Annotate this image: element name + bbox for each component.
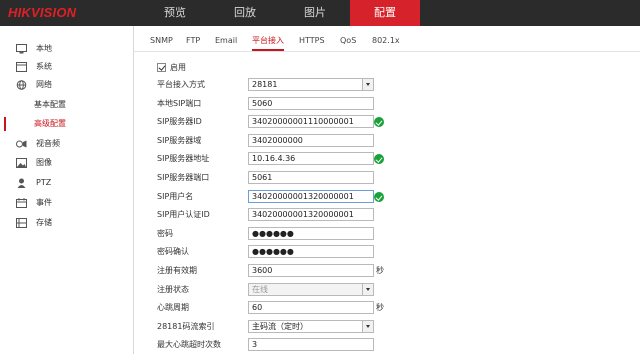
form-label: SIP服务器ID	[157, 117, 202, 126]
sidebar-sub-basic[interactable]: 基本配置	[0, 96, 133, 114]
form-input[interactable]: 3402000000	[248, 134, 374, 147]
form-input[interactable]: 3600	[248, 264, 374, 277]
form-input[interactable]: 10.16.4.36	[248, 152, 374, 165]
nav-configuration[interactable]: 配置	[350, 0, 420, 26]
chevron-down-icon[interactable]	[362, 284, 373, 295]
globe-icon	[16, 80, 27, 90]
tab-divider	[134, 51, 640, 52]
audio-video-icon	[16, 140, 27, 148]
form-label: SIP用户名	[157, 192, 194, 201]
field-value: 主码流（定时）	[252, 322, 308, 331]
calendar-icon	[16, 198, 27, 208]
sidebar-sub-advanced[interactable]: 高级配置	[0, 115, 133, 133]
field-value: 10.16.4.36	[252, 154, 296, 163]
sidebar-item-network[interactable]: 网络	[0, 76, 133, 94]
form-select[interactable]: 主码流（定时）	[248, 320, 374, 333]
form-label: 平台接入方式	[157, 80, 205, 89]
form-input[interactable]: 34020000001320000001	[248, 208, 374, 221]
form-input[interactable]: ●●●●●●	[248, 245, 374, 258]
form-input[interactable]: 34020000001320000001	[248, 190, 374, 203]
form-label: 密码	[157, 229, 173, 238]
sidebar: 本地 系统 网络 基本配置 高级配置 视音频 图像 PTZ 事件 存储	[0, 26, 134, 354]
form-select[interactable]: 28181	[248, 78, 374, 91]
form-label: SIP服务器端口	[157, 173, 210, 182]
sidebar-item-audio-video[interactable]: 视音频	[0, 135, 133, 153]
check-ok-icon	[374, 192, 384, 202]
sidebar-item-label: 本地	[36, 44, 52, 53]
form-label: SIP服务器域	[157, 136, 202, 145]
hikvision-logo: HIKVISION	[8, 5, 77, 20]
form-input[interactable]: 5061	[248, 171, 374, 184]
sidebar-item-event[interactable]: 事件	[0, 194, 133, 212]
field-value: 34020000001320000001	[252, 192, 354, 201]
sidebar-item-storage[interactable]: 存储	[0, 214, 133, 232]
tab-https[interactable]: HTTPS	[299, 33, 325, 51]
form-label: 密码确认	[157, 247, 189, 256]
top-bar: HIKVISION 预览 回放 图片 配置	[0, 0, 640, 26]
sidebar-item-ptz[interactable]: PTZ	[0, 174, 133, 192]
form-label: 28181码流索引	[157, 322, 215, 331]
field-value: 3402000000	[252, 136, 303, 145]
field-value: ●●●●●●	[252, 247, 294, 256]
enable-checkbox[interactable]	[157, 63, 166, 72]
sidebar-item-image[interactable]: 图像	[0, 154, 133, 172]
nav-preview[interactable]: 预览	[140, 0, 210, 26]
sidebar-item-label: 存储	[36, 218, 52, 227]
field-value: 60	[252, 303, 263, 312]
form-input[interactable]: ●●●●●●	[248, 227, 374, 240]
check-ok-icon	[374, 117, 384, 127]
form-label: 心跳周期	[157, 303, 189, 312]
form-label: 注册有效期	[157, 266, 197, 275]
monitor-icon	[16, 44, 27, 54]
nav-playback[interactable]: 回放	[210, 0, 280, 26]
horizontal-scrollbar[interactable]	[134, 348, 640, 354]
form-label: SIP用户认证ID	[157, 210, 210, 219]
check-ok-icon	[374, 154, 384, 164]
nav-picture[interactable]: 图片	[280, 0, 350, 26]
field-value: 28181	[252, 80, 278, 89]
tab-ftp[interactable]: FTP	[186, 33, 200, 51]
form-label: 本地SIP端口	[157, 99, 202, 108]
form-label: 注册状态	[157, 285, 189, 294]
enable-label: 启用	[170, 63, 186, 72]
tab-8021x[interactable]: 802.1x	[372, 33, 400, 51]
sidebar-item-label: 网络	[36, 80, 52, 89]
sidebar-item-label: 视音频	[36, 139, 60, 148]
field-value: 34020000001110000001	[252, 117, 354, 126]
sidebar-item-system[interactable]: 系统	[0, 58, 133, 76]
field-value: 3600	[252, 266, 273, 275]
chevron-down-icon[interactable]	[362, 321, 373, 332]
field-value: 在线	[252, 285, 268, 294]
field-value: 5060	[252, 99, 273, 108]
tab-email[interactable]: Email	[215, 33, 237, 51]
form-label: SIP服务器地址	[157, 154, 210, 163]
sidebar-item-label: 图像	[36, 158, 52, 167]
field-value: 34020000001320000001	[252, 210, 354, 219]
ptz-icon	[17, 178, 26, 188]
tab-snmp[interactable]: SNMP	[150, 33, 173, 51]
sidebar-sub-label: 高级配置	[34, 119, 66, 128]
storage-icon	[16, 218, 27, 228]
image-icon	[16, 158, 27, 168]
sidebar-item-label: 事件	[36, 198, 52, 207]
field-value: 5061	[252, 173, 273, 182]
unit-label: 秒	[376, 266, 384, 275]
form-select: 在线	[248, 283, 374, 296]
chevron-down-icon[interactable]	[362, 79, 373, 90]
sidebar-item-local[interactable]: 本地	[0, 40, 133, 58]
tab-platform-access[interactable]: 平台接入	[252, 33, 284, 51]
sidebar-item-label: 系统	[36, 62, 52, 71]
field-value: ●●●●●●	[252, 229, 294, 238]
form-input[interactable]: 60	[248, 301, 374, 314]
sidebar-item-label: PTZ	[36, 178, 52, 187]
tab-qos[interactable]: QoS	[340, 33, 356, 51]
system-icon	[16, 62, 27, 72]
form-input[interactable]: 5060	[248, 97, 374, 110]
form-input[interactable]: 34020000001110000001	[248, 115, 374, 128]
sidebar-sub-label: 基本配置	[34, 100, 66, 109]
unit-label: 秒	[376, 303, 384, 312]
